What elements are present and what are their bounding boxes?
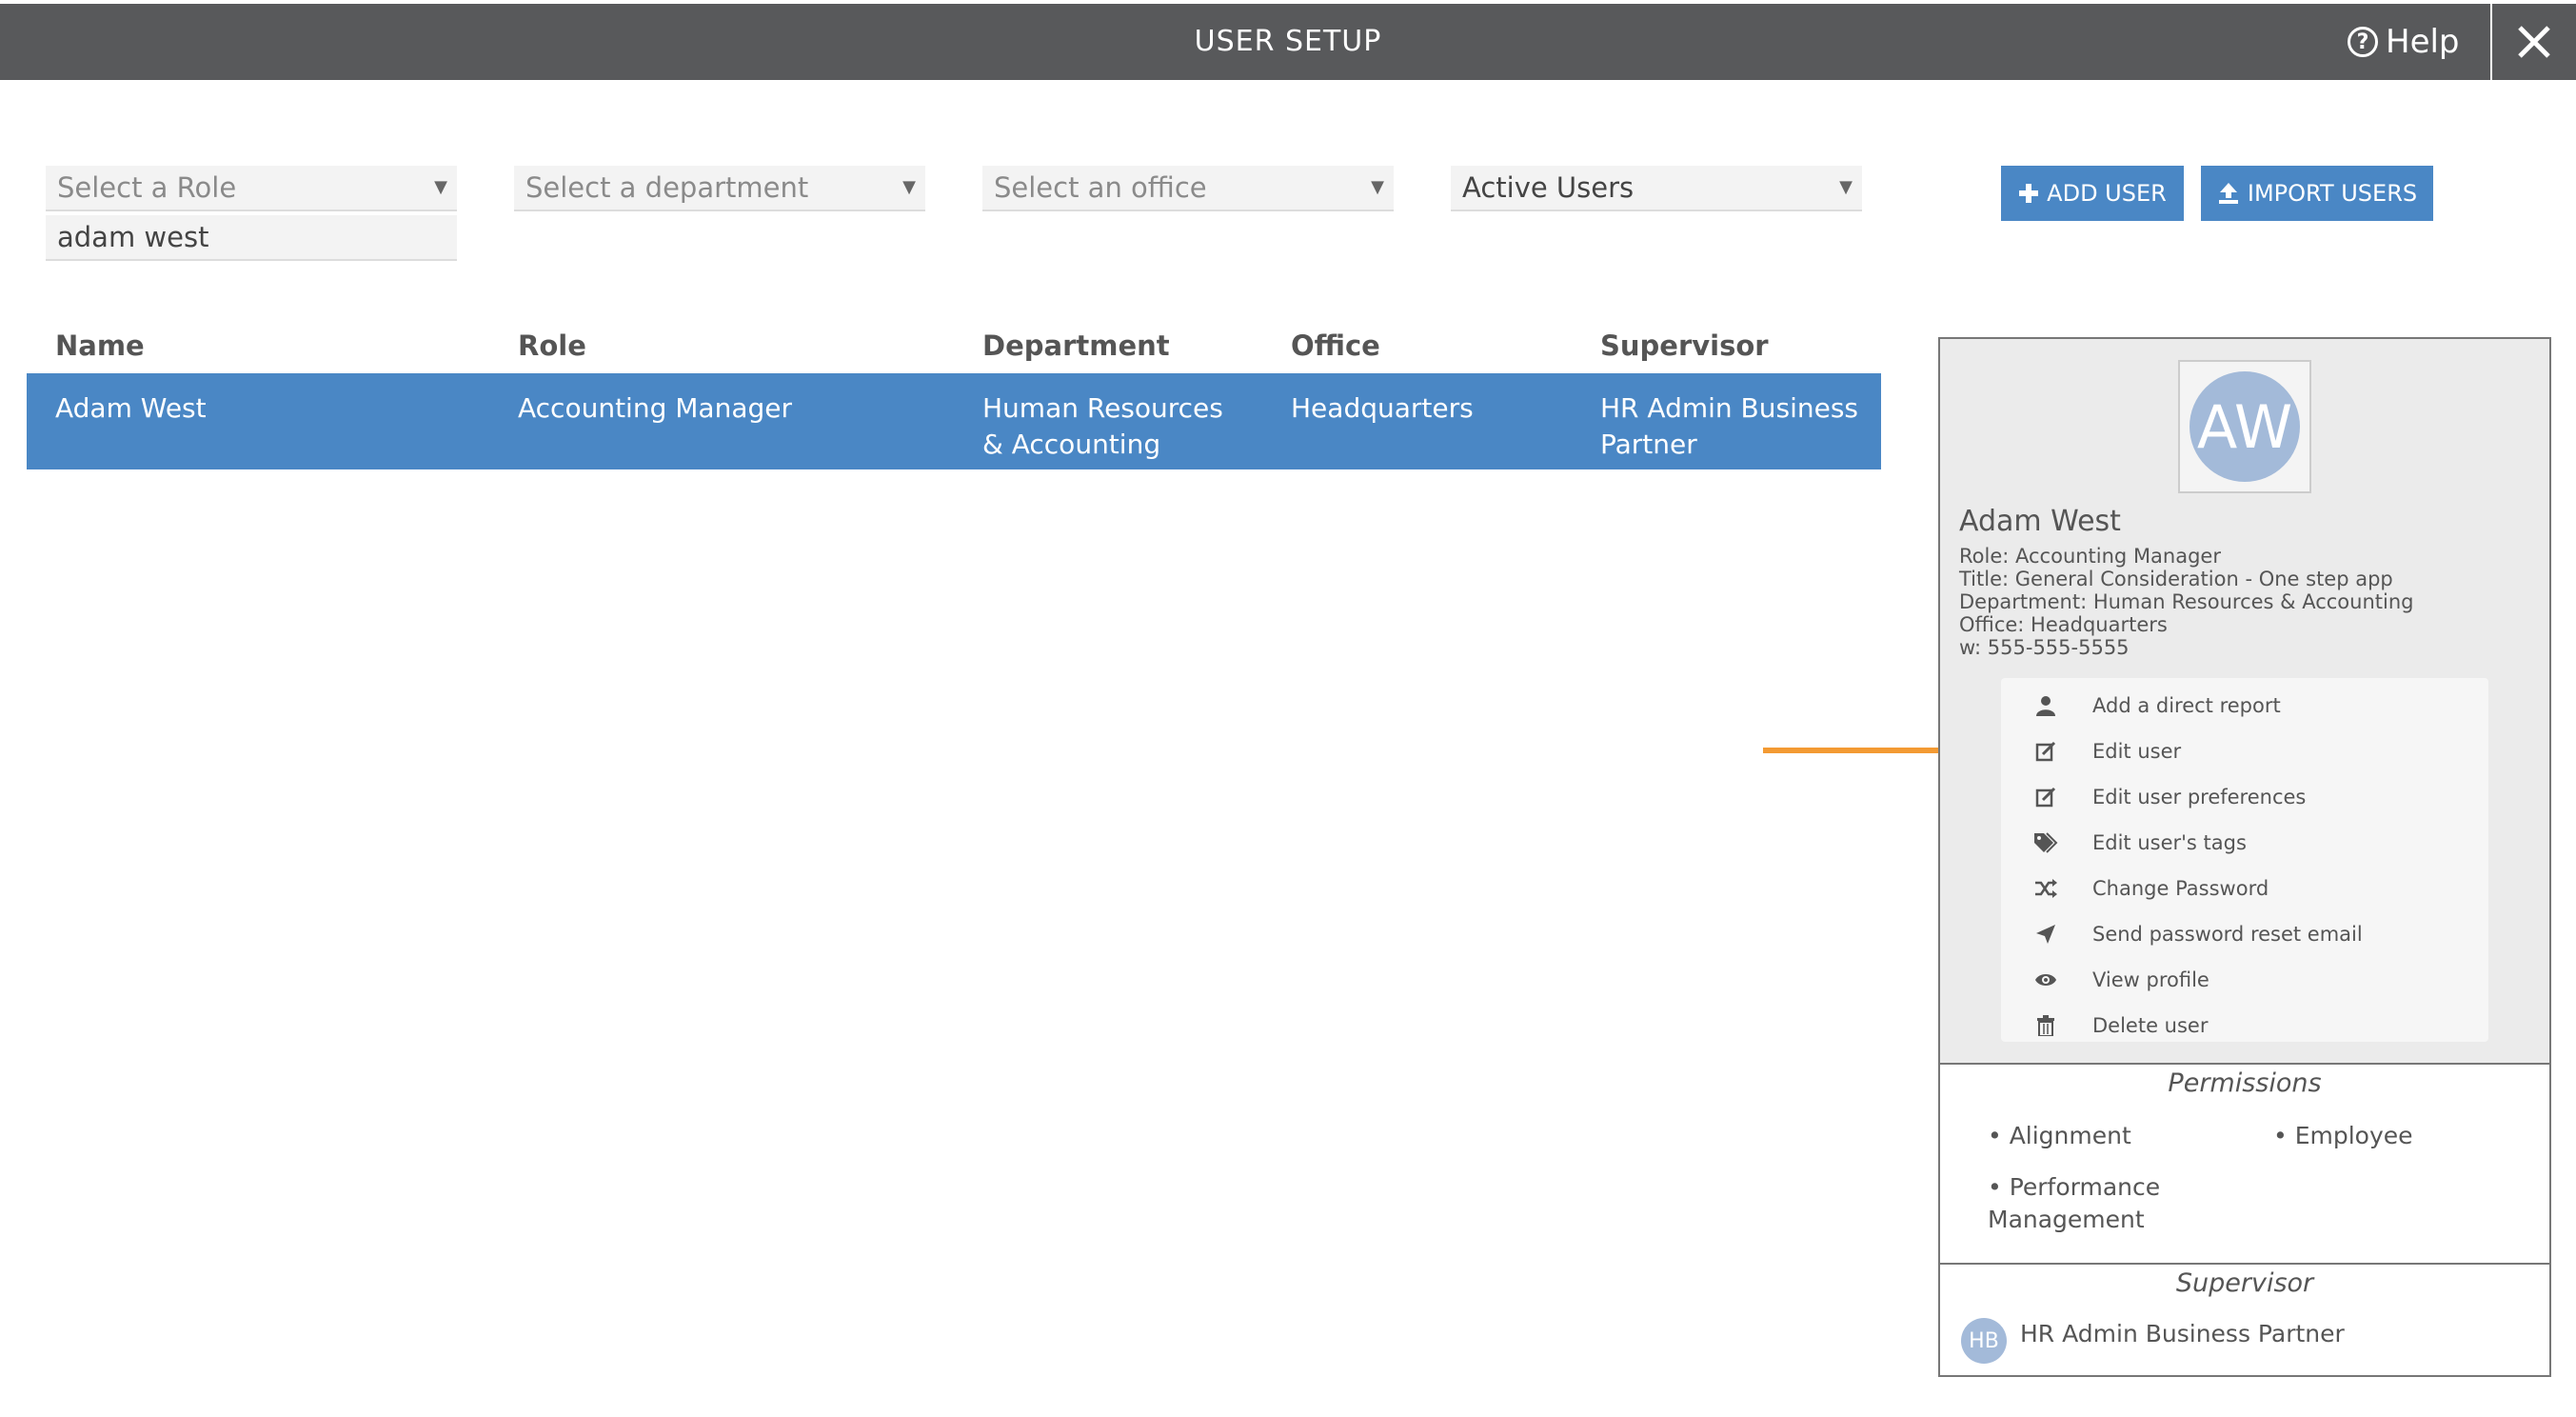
dropdown-arrow-icon: ▼ [434,177,447,197]
edit-icon [2033,739,2058,764]
cell-department: Human Resources & Accounting [982,390,1223,463]
help-label: Help [2386,23,2460,61]
tags-icon [2033,830,2058,855]
office-select[interactable]: Select an office ▼ [982,166,1394,211]
user-status-select[interactable]: Active Users ▼ [1451,166,1862,211]
user-name: Adam West [1959,505,2121,538]
dropdown-arrow-icon: ▼ [1371,177,1384,197]
user-office: Office: Headquarters [1959,613,2168,636]
cell-supervisor-line1: HR Admin Business [1600,392,1859,424]
user-actions-menu: Add a direct report Edit user Edit user … [2001,678,2488,1042]
column-header-department[interactable]: Department [982,329,1170,362]
column-header-office[interactable]: Office [1291,329,1380,362]
cell-supervisor: HR Admin Business Partner [1600,390,1858,463]
user-status-select-value: Active Users [1462,171,1635,204]
user-icon [2033,693,2058,718]
menu-item-edit-preferences[interactable]: Edit user preferences [2001,774,2488,820]
user-role: Role: Accounting Manager [1959,545,2221,568]
supervisor-avatar: HB [1961,1318,2007,1364]
trash-icon [2033,1013,2058,1038]
help-button[interactable]: ? Help [2348,4,2460,80]
import-users-button[interactable]: IMPORT USERS [2201,166,2433,221]
menu-item-edit-user[interactable]: Edit user [2001,728,2488,774]
permission-item: • Employee [2273,1122,2413,1149]
edit-icon [2033,785,2058,809]
cell-department-line1: Human Resources [982,392,1223,424]
avatar: AW [2178,360,2311,493]
permission-item: • Alignment [1988,1122,2131,1149]
permission-item-continuation: Management [1988,1206,2145,1233]
plus-icon [2019,184,2039,203]
menu-item-delete-user[interactable]: Delete user [2001,1003,2488,1048]
avatar-initials: AW [2190,371,2300,482]
user-info: Role: Accounting Manager Title: General … [1959,545,2413,659]
import-users-label: IMPORT USERS [2247,180,2418,207]
user-phone: w: 555-555-5555 [1959,636,2130,659]
department-select-value: Select a department [525,171,809,204]
name-search-input[interactable]: adam west [46,215,457,261]
supervisor-name[interactable]: HR Admin Business Partner [2020,1320,2345,1347]
divider [1940,1263,2549,1265]
menu-item-add-direct-report[interactable]: Add a direct report [2001,683,2488,728]
supervisor-title: Supervisor [2175,1268,2314,1298]
cell-role: Accounting Manager [518,392,792,424]
user-title: Title: General Consideration - One step … [1959,568,2393,590]
office-select-value: Select an office [994,171,1207,204]
dropdown-arrow-icon: ▼ [902,177,916,197]
role-select[interactable]: Select a Role ▼ [46,166,457,211]
user-summary: AW Adam West Role: Accounting Manager Ti… [1940,339,2549,1065]
user-department: Department: Human Resources & Accounting [1959,590,2414,613]
menu-item-change-password[interactable]: Change Password [2001,866,2488,911]
dropdown-arrow-icon: ▼ [1839,177,1853,197]
user-detail-panel: AW Adam West Role: Accounting Manager Ti… [1938,337,2551,1377]
add-user-label: ADD USER [2047,180,2167,207]
cell-name: Adam West [55,392,207,424]
role-select-value: Select a Role [57,171,237,204]
close-icon [2518,26,2550,58]
permissions-title: Permissions [2168,1068,2322,1098]
cell-department-line2: & Accounting [982,429,1161,460]
title-bar: USER SETUP ? Help [0,4,2576,80]
page-title: USER SETUP [1194,25,1382,58]
add-user-button[interactable]: ADD USER [2001,166,2184,221]
menu-item-view-profile[interactable]: View profile [2001,957,2488,1003]
menu-item-edit-tags[interactable]: Edit user's tags [2001,820,2488,866]
eye-icon [2033,968,2058,992]
column-header-supervisor[interactable]: Supervisor [1600,329,1769,362]
menu-item-send-reset-email[interactable]: Send password reset email [2001,911,2488,957]
send-icon [2033,922,2058,947]
cell-office: Headquarters [1291,392,1474,424]
column-header-role[interactable]: Role [518,329,586,362]
department-select[interactable]: Select a department ▼ [514,166,925,211]
upload-icon [2218,183,2238,204]
column-header-name[interactable]: Name [55,329,145,362]
close-button[interactable] [2490,4,2576,80]
cell-supervisor-line2: Partner [1600,429,1697,460]
question-circle-icon: ? [2348,27,2378,57]
table-row[interactable]: Adam West Accounting Manager Human Resou… [27,373,1881,469]
permission-item: • Performance [1988,1173,2161,1201]
shuffle-icon [2033,876,2058,901]
